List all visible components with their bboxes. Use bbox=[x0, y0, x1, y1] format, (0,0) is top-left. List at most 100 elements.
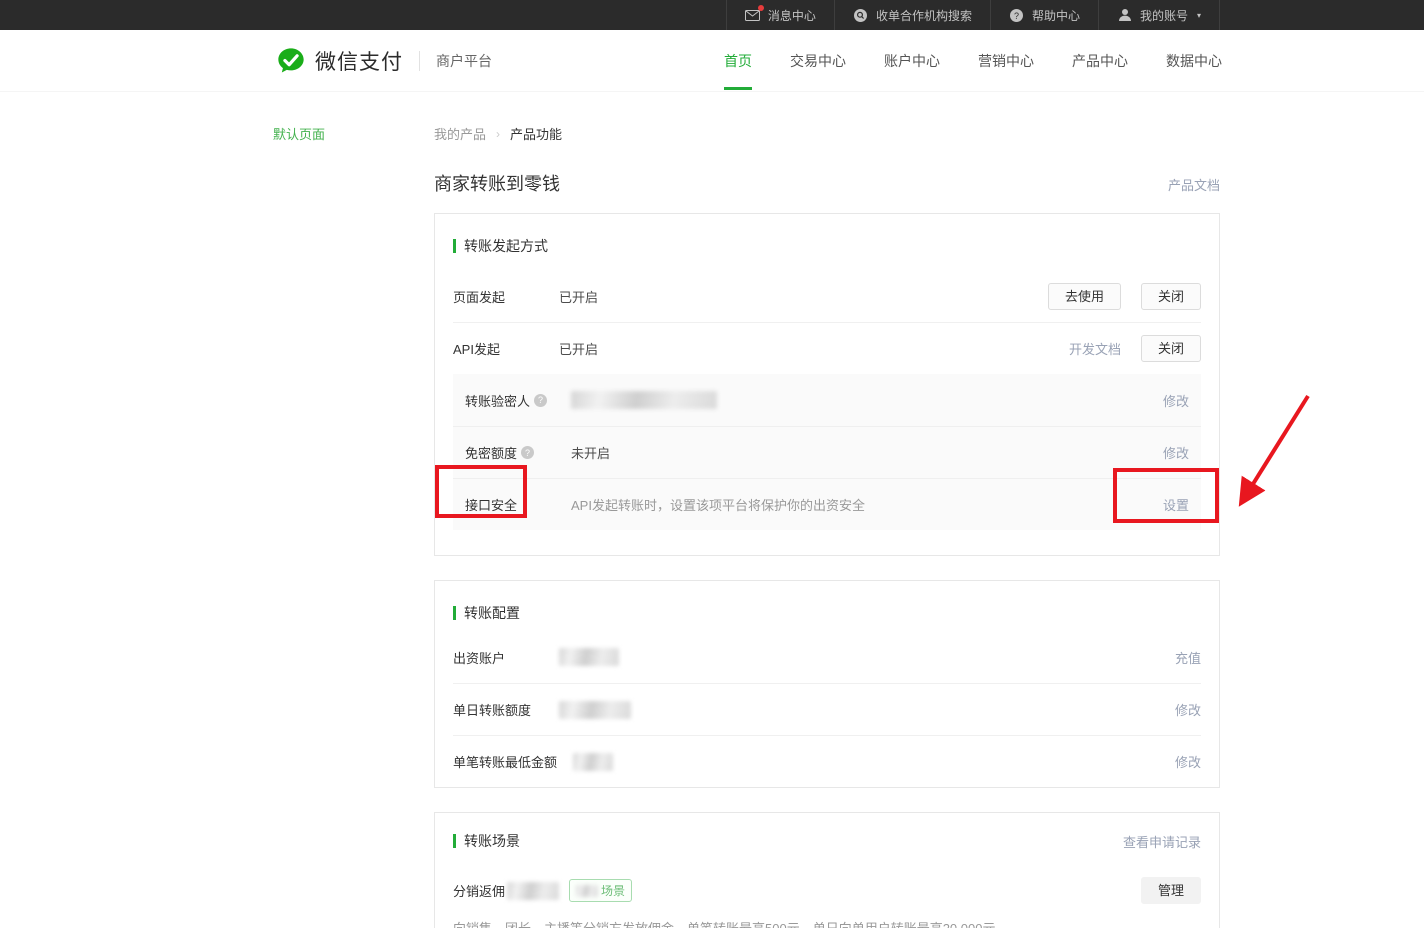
section-head-transfer-config: 转账配置 bbox=[453, 603, 1201, 623]
topbar-item-label: 帮助中心 bbox=[1032, 7, 1080, 24]
row-password-free-quota: 免密额度 ? 未开启 修改 bbox=[453, 426, 1201, 478]
interface-security-desc: API发起转账时，设置该项平台将保护你的出资安全 bbox=[571, 495, 865, 514]
section-head-transfer-method: 转账发起方式 bbox=[453, 236, 1201, 256]
nav-item-data-center[interactable]: 数据中心 bbox=[1166, 30, 1222, 92]
page-title: 商家转账到零钱 bbox=[434, 170, 560, 196]
svg-text:?: ? bbox=[1014, 10, 1019, 20]
section-title: 转账场景 bbox=[464, 831, 520, 851]
breadcrumb-separator: › bbox=[496, 127, 500, 141]
row-label: 单笔转账最低金额 bbox=[453, 752, 557, 771]
redacted-account-value bbox=[559, 648, 619, 666]
modify-verifier-link[interactable]: 修改 bbox=[1163, 391, 1189, 410]
topbar-item-label: 我的账号 bbox=[1140, 7, 1188, 24]
question-mark-icon[interactable]: ? bbox=[521, 446, 534, 459]
modify-quota-link[interactable]: 修改 bbox=[1163, 443, 1189, 462]
nav-item-transaction-center[interactable]: 交易中心 bbox=[790, 30, 846, 92]
row-label: 转账验密人 bbox=[465, 391, 530, 410]
merchant-platform-page: 消息中心 收单合作机构搜索 ? 帮助中心 我的账号 ▾ bbox=[0, 0, 1424, 928]
notification-dot bbox=[758, 5, 764, 11]
modify-daily-limit-link[interactable]: 修改 bbox=[1175, 700, 1201, 719]
brand-divider bbox=[419, 51, 420, 71]
row-label: 接口安全 bbox=[465, 495, 517, 514]
row-label: 页面发起 bbox=[453, 287, 543, 306]
row-page-initiate: 页面发起 已开启 去使用 关闭 bbox=[453, 270, 1201, 322]
redacted-min-amount-value bbox=[573, 753, 613, 771]
manage-button[interactable]: 管理 bbox=[1141, 877, 1201, 904]
topbar-help-center[interactable]: ? 帮助中心 bbox=[990, 0, 1098, 30]
topbar-acquirer-search[interactable]: 收单合作机构搜索 bbox=[834, 0, 990, 30]
breadcrumb-my-products[interactable]: 我的产品 bbox=[434, 124, 486, 143]
settings-link[interactable]: 设置 bbox=[1163, 495, 1189, 514]
card-transfer-scene: 转账场景 查看申请记录 分销返佣 场景 管理 向销售、团长、主播等分销方发放佣金… bbox=[434, 812, 1220, 928]
redacted-badge-value bbox=[576, 885, 598, 897]
row-status: 已开启 bbox=[559, 287, 598, 306]
go-use-button[interactable]: 去使用 bbox=[1048, 283, 1121, 310]
method-rows: 页面发起 已开启 去使用 关闭 API发起 已开启 开发文档 关闭 bbox=[453, 270, 1201, 374]
config-rows: 出资账户 充值 单日转账额度 修改 单笔转账最低金额 修改 bbox=[453, 631, 1201, 787]
row-funding-account: 出资账户 充值 bbox=[453, 631, 1201, 683]
sidebar-item-default-page[interactable]: 默认页面 bbox=[273, 124, 325, 143]
row-label: API发起 bbox=[453, 339, 543, 358]
nav-item-account-center[interactable]: 账户中心 bbox=[884, 30, 940, 92]
row-label: 分销返佣 bbox=[453, 881, 505, 900]
brand[interactable]: 微信支付 商户平台 bbox=[276, 46, 492, 76]
chevron-down-icon: ▾ bbox=[1197, 11, 1201, 20]
top-utility-bar: 消息中心 收单合作机构搜索 ? 帮助中心 我的账号 ▾ bbox=[0, 0, 1424, 30]
topbar-item-label: 收单合作机构搜索 bbox=[876, 7, 972, 24]
topbar-my-account[interactable]: 我的账号 ▾ bbox=[1098, 0, 1220, 30]
nav-item-product-center[interactable]: 产品中心 bbox=[1072, 30, 1128, 92]
main-content: 我的产品 › 产品功能 商家转账到零钱 产品文档 转账发起方式 页面发起 已开启 bbox=[434, 92, 1220, 928]
user-icon bbox=[1117, 7, 1133, 23]
page-body: 默认页面 我的产品 › 产品功能 商家转账到零钱 产品文档 转账发起方式 页 bbox=[0, 92, 1424, 928]
dev-doc-link[interactable]: 开发文档 bbox=[1069, 339, 1121, 358]
redacted-scene-value bbox=[507, 882, 559, 900]
row-min-amount: 单笔转账最低金额 修改 bbox=[453, 735, 1201, 787]
brand-platform-label: 商户平台 bbox=[436, 51, 492, 71]
row-label: 出资账户 bbox=[453, 648, 543, 667]
row-distribution-commission: 分销返佣 场景 管理 bbox=[453, 877, 1201, 904]
site-header: 微信支付 商户平台 首页 交易中心 账户中心 营销中心 产品中心 数据中心 bbox=[0, 30, 1424, 92]
section-accent-bar bbox=[453, 239, 456, 253]
scene-description: 向销售、团长、主播等分销方发放佣金，单笔转账最高500元，单日向单用户转账最高2… bbox=[453, 918, 1201, 928]
search-icon bbox=[853, 7, 869, 23]
row-interface-security: 接口安全 API发起转账时，设置该项平台将保护你的出资安全 设置 bbox=[453, 478, 1201, 530]
section-accent-bar bbox=[453, 834, 456, 848]
badge-label: 场景 bbox=[601, 882, 625, 899]
close-api-initiate-button[interactable]: 关闭 bbox=[1141, 335, 1201, 362]
row-daily-limit: 单日转账额度 修改 bbox=[453, 683, 1201, 735]
row-transfer-verifier: 转账验密人 ? 修改 bbox=[453, 374, 1201, 426]
brand-name: 微信支付 bbox=[315, 46, 403, 76]
section-accent-bar bbox=[453, 606, 456, 620]
row-status: 已开启 bbox=[559, 339, 598, 358]
question-mark-icon[interactable]: ? bbox=[534, 394, 547, 407]
title-row: 商家转账到零钱 产品文档 bbox=[434, 170, 1220, 196]
row-label: 单日转账额度 bbox=[453, 700, 543, 719]
topbar-item-label: 消息中心 bbox=[768, 7, 816, 24]
close-page-initiate-button[interactable]: 关闭 bbox=[1141, 283, 1201, 310]
breadcrumb: 我的产品 › 产品功能 bbox=[434, 124, 1220, 143]
card-transfer-method: 转账发起方式 页面发起 已开启 去使用 关闭 API发起 已开启 bbox=[434, 213, 1220, 556]
section-title: 转账配置 bbox=[464, 603, 520, 623]
product-doc-link[interactable]: 产品文档 bbox=[1168, 175, 1220, 194]
api-settings-panel: 转账验密人 ? 修改 免密额度 ? 未开启 修改 bbox=[453, 374, 1201, 530]
row-label: 免密额度 bbox=[465, 443, 517, 462]
help-icon: ? bbox=[1009, 7, 1025, 23]
redacted-daily-limit-value bbox=[559, 701, 631, 719]
mail-icon bbox=[745, 7, 761, 23]
row-status: 未开启 bbox=[571, 443, 610, 462]
view-application-records-link[interactable]: 查看申请记录 bbox=[1123, 832, 1201, 851]
primary-nav: 首页 交易中心 账户中心 营销中心 产品中心 数据中心 bbox=[724, 30, 1222, 92]
recharge-link[interactable]: 充值 bbox=[1175, 648, 1201, 667]
modify-min-amount-link[interactable]: 修改 bbox=[1175, 752, 1201, 771]
nav-item-marketing-center[interactable]: 营销中心 bbox=[978, 30, 1034, 92]
breadcrumb-product-features: 产品功能 bbox=[510, 124, 562, 143]
nav-item-home[interactable]: 首页 bbox=[724, 30, 752, 92]
section-head-transfer-scene: 转账场景 查看申请记录 bbox=[453, 831, 1201, 851]
topbar-message-center[interactable]: 消息中心 bbox=[726, 0, 834, 30]
scene-count-badge: 场景 bbox=[569, 879, 632, 902]
wechat-pay-logo-icon bbox=[276, 46, 306, 76]
card-transfer-config: 转账配置 出资账户 充值 单日转账额度 修改 单笔转账最低金额 bbox=[434, 580, 1220, 788]
redacted-verifier-value bbox=[571, 391, 717, 409]
row-api-initiate: API发起 已开启 开发文档 关闭 bbox=[453, 322, 1201, 374]
section-title: 转账发起方式 bbox=[464, 236, 548, 256]
